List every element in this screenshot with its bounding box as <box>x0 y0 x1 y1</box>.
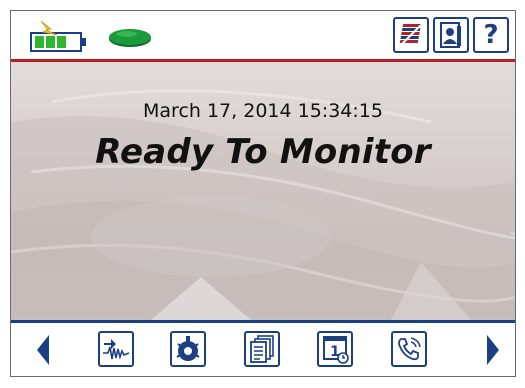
geophone-sensor-icon <box>176 336 200 361</box>
green-oval-indicator-icon <box>107 25 155 51</box>
striped-flag-icon <box>399 24 422 46</box>
left-arrow-icon[interactable] <box>35 335 51 369</box>
help-button[interactable]: ? <box>473 17 509 53</box>
top-status-bar: ? <box>11 11 515 59</box>
phone-call-icon <box>398 337 421 361</box>
right-arrow-icon[interactable] <box>485 335 501 369</box>
main-display: March 17, 2014 15:34:15 Ready To Monitor <box>11 62 515 320</box>
calendar-clock-icon: 1 <box>323 336 349 364</box>
user-button[interactable] <box>433 17 469 53</box>
user-card-icon <box>440 22 461 48</box>
status-message: Ready To Monitor <box>95 132 431 172</box>
question-mark-icon: ? <box>483 20 499 50</box>
bottom-nav-bar: 1 <box>11 323 515 376</box>
sensor-button[interactable] <box>170 331 206 367</box>
call-button[interactable] <box>391 331 427 367</box>
waveform-icon <box>103 339 130 360</box>
device-screen: ? March 17, 2014 15:34:15 Ready To Monit… <box>10 10 516 377</box>
documents-stack-icon <box>250 335 274 363</box>
documents-button[interactable] <box>244 331 280 367</box>
settings-button[interactable] <box>393 17 429 53</box>
datetime-display: March 17, 2014 15:34:15 <box>143 100 383 122</box>
schedule-button[interactable]: 1 <box>317 331 353 367</box>
waveform-button[interactable] <box>98 331 134 367</box>
battery-charging-icon <box>29 19 101 53</box>
